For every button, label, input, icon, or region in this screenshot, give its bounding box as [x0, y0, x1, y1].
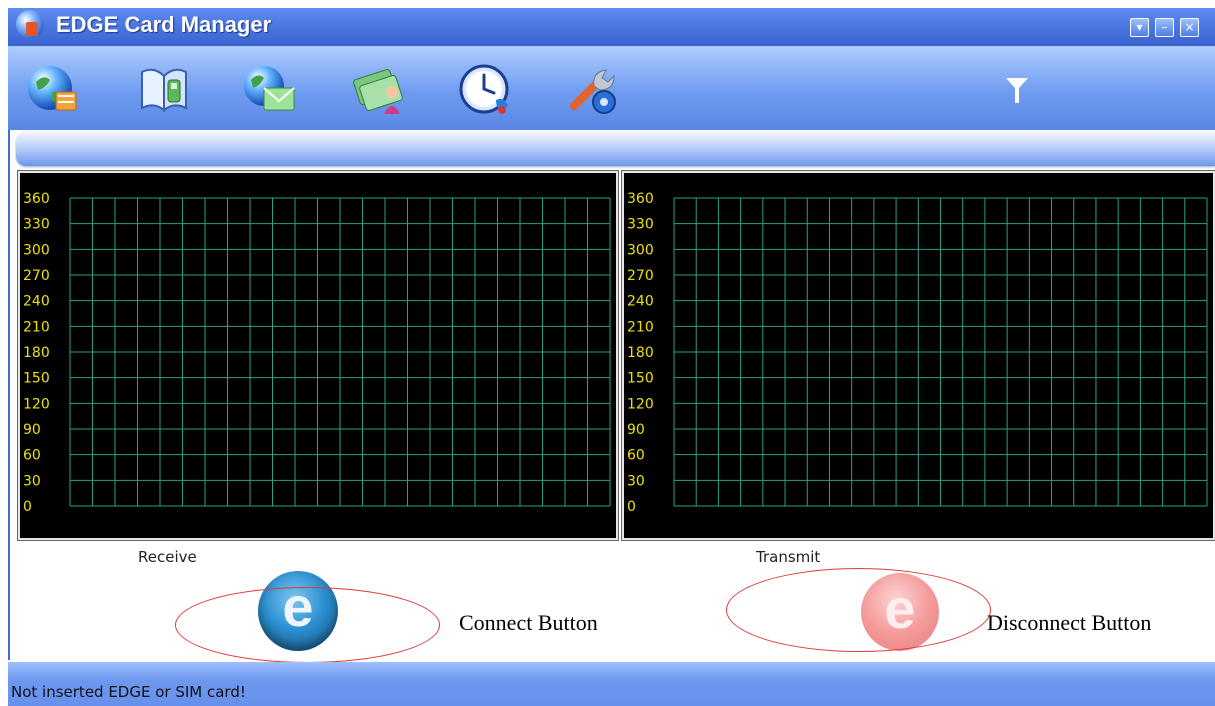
transmit-y-tick-label: 150 [627, 371, 654, 387]
window-title: EDGE Card Manager [56, 12, 272, 37]
receive-y-tick-label: 330 [23, 217, 50, 233]
transmit-y-tick-label: 120 [627, 396, 654, 412]
transmit-y-tick-label: 0 [627, 499, 636, 515]
sms-icon[interactable] [242, 62, 298, 118]
receive-graph-grid: 3603303002702402101801501209060300 [23, 191, 611, 515]
disconnect-annotation-ellipse [726, 568, 991, 652]
transmit-label: Transmit [756, 548, 821, 566]
receive-y-tick-label: 120 [23, 396, 50, 412]
window-menu-button[interactable]: ▾ [1130, 18, 1149, 37]
transmit-y-tick-label: 30 [627, 473, 645, 489]
receive-y-tick-label: 180 [23, 345, 50, 361]
receive-y-tick-label: 300 [23, 242, 50, 258]
contacts-icon[interactable] [352, 62, 408, 118]
connect-annotation-ellipse [175, 587, 440, 663]
call-history-icon[interactable] [458, 62, 514, 118]
receive-y-tick-label: 240 [23, 294, 50, 310]
receive-graph: 360 330 300 270 240 210 180 150 120 90 60 30 0 [17, 170, 619, 541]
close-button[interactable]: × [1180, 18, 1199, 37]
transmit-y-tick-label: 300 [627, 242, 654, 258]
transmit-graph: 360 330 300 270 240 210 180 150 120 90 60 30 0 [621, 170, 1215, 541]
transmit-y-tick-label: 180 [627, 345, 654, 361]
receive-label: Receive [138, 548, 197, 566]
connect-annotation-label: Connect Button [459, 610, 598, 635]
disconnect-annotation-label: Disconnect Button [987, 610, 1152, 635]
app-logo-icon [16, 10, 44, 38]
transmit-y-tick-label: 360 [627, 191, 654, 207]
receive-y-tick-label: 0 [23, 499, 32, 515]
transmit-y-tick-label: 270 [627, 268, 654, 284]
receive-y-tick-label: 270 [23, 268, 50, 284]
transmit-y-tick-label: 90 [627, 422, 645, 438]
transmit-y-tick-label: 330 [627, 217, 654, 233]
receive-y-tick-label: 90 [23, 422, 41, 438]
status-text: Not inserted EDGE or SIM card! [11, 683, 246, 701]
transmit-y-tick-label: 60 [627, 448, 645, 464]
signal-strength-icon [1006, 78, 1028, 103]
receive-y-tick-label: 60 [23, 448, 41, 464]
transmit-graph-grid: 3603303002702402101801501209060300 [627, 191, 1208, 515]
receive-y-tick-label: 150 [23, 371, 50, 387]
phonebook-icon[interactable] [136, 62, 192, 118]
transmit-y-tick-label: 210 [627, 319, 654, 335]
receive-y-tick-label: 210 [23, 319, 50, 335]
info-bar [16, 132, 1215, 166]
transmit-y-tick-label: 240 [627, 294, 654, 310]
internet-connect-icon[interactable] [26, 62, 82, 118]
receive-y-tick-label: 360 [23, 191, 50, 207]
receive-y-tick-label: 30 [23, 473, 41, 489]
minimize-button[interactable]: – [1155, 18, 1174, 37]
settings-icon[interactable] [564, 62, 620, 118]
